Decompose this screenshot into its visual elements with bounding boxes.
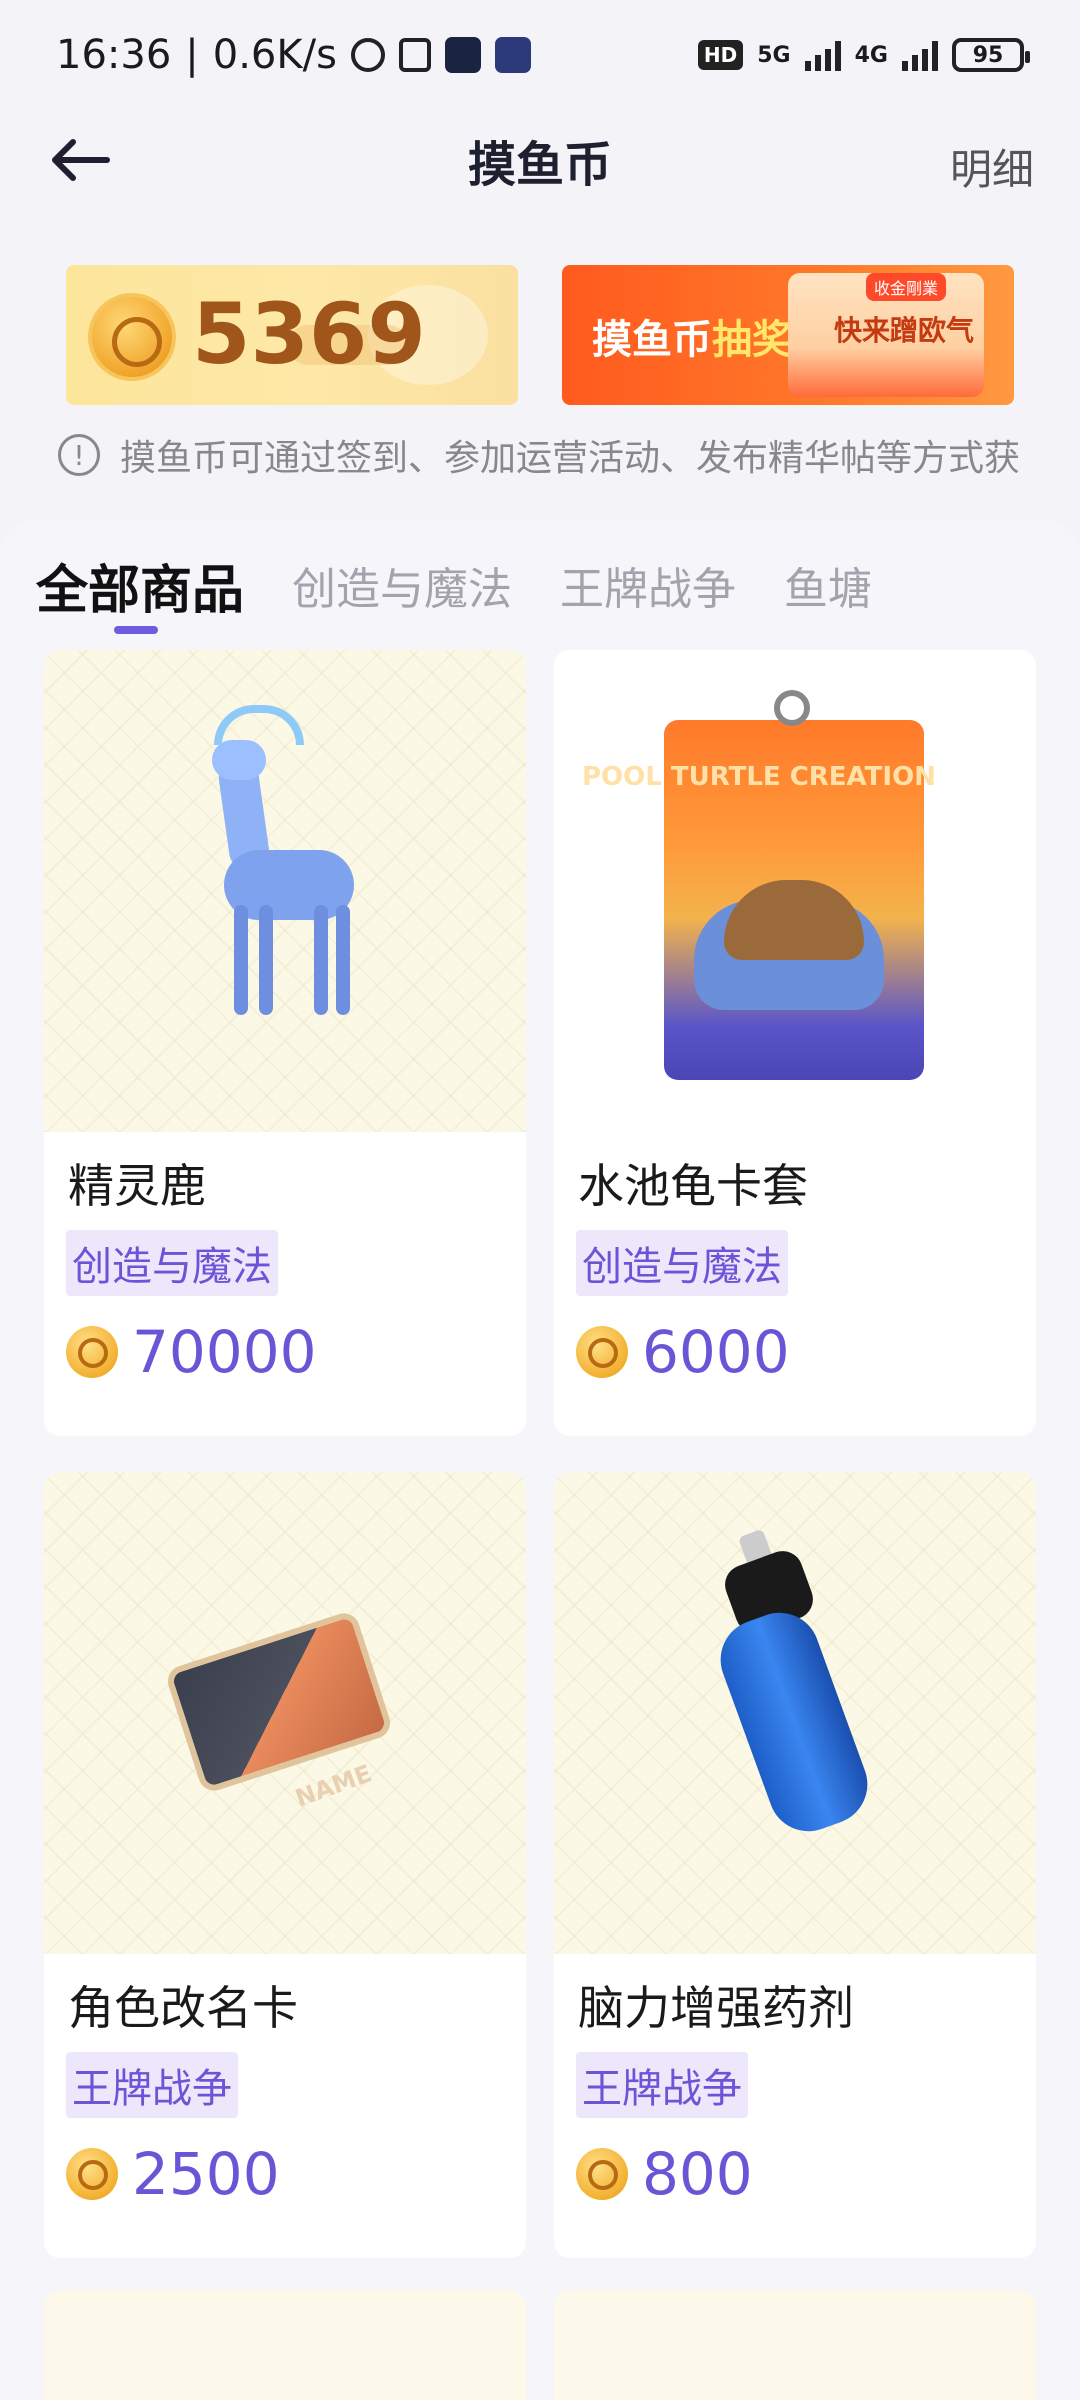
- price-value: 800: [642, 2140, 753, 2208]
- network-5g-label: 5G: [757, 42, 791, 68]
- nfc-icon: [398, 38, 431, 72]
- notice-text: 摸鱼币可通过签到、参加运营活动、发布精华帖等方式获: [120, 438, 1021, 479]
- signal-4g-icon: [902, 39, 938, 71]
- page-title: 摸鱼币: [467, 137, 612, 193]
- game-app-icon: [494, 37, 531, 73]
- product-name: 角色改名卡: [68, 1981, 298, 2035]
- product-image-rename-card: NAME: [44, 1472, 526, 1954]
- deer-leg-shape: [234, 905, 248, 1015]
- product-card[interactable]: 脑力增强药剂 王牌战争 800: [554, 1472, 1036, 2258]
- holder-ring-shape: [774, 690, 810, 726]
- price-value: 70000: [132, 1318, 317, 1386]
- fish-coin-icon: [576, 1326, 628, 1378]
- product-image-brain-potion: [554, 1472, 1036, 1954]
- product-name: 精灵鹿: [68, 1159, 206, 1213]
- tab-ace-war[interactable]: 王牌战争: [560, 540, 736, 630]
- category-tabs: 全部商品 创造与魔法 王牌战争 鱼塘: [36, 540, 872, 650]
- product-tag: 王牌战争: [576, 2052, 748, 2118]
- product-price: 70000: [66, 1318, 317, 1386]
- status-left: 16:36 | 0.6K/s: [56, 32, 531, 78]
- network-4g-label: 4G: [854, 42, 888, 68]
- product-price: 2500: [66, 2140, 280, 2208]
- status-right: HD 5G 4G 95: [697, 38, 1030, 72]
- lottery-title: 摸鱼币抽奖: [592, 307, 792, 365]
- deer-head-shape: [212, 740, 266, 780]
- info-icon: !: [58, 434, 100, 476]
- envelope-tag: 收金剛業: [865, 273, 946, 301]
- product-grid: 精灵鹿 创造与魔法 70000 POOL TURTLE CREATION 水池龟…: [44, 650, 1036, 2258]
- tab-all-products[interactable]: 全部商品: [36, 540, 244, 634]
- banner-row: 5369 摸鱼币抽奖 收金剛業 快来蹭欧气: [66, 265, 1014, 405]
- envelope-text: 快来蹭欧气: [833, 314, 974, 347]
- potion-bottle-shape: [709, 1601, 879, 1843]
- lottery-banner[interactable]: 摸鱼币抽奖 收金剛業 快来蹭欧气: [562, 265, 1014, 405]
- lottery-title-part2: 抽奖: [712, 317, 792, 363]
- fish-coin-icon: [66, 1326, 118, 1378]
- tab-creation-magic[interactable]: 创造与魔法: [292, 540, 512, 630]
- lottery-title-part1: 摸鱼币: [592, 317, 712, 363]
- signal-5g-icon: [804, 39, 841, 71]
- product-tag: 创造与魔法: [576, 1230, 788, 1296]
- product-card-partial[interactable]: [44, 2290, 526, 2400]
- product-card[interactable]: NAME 角色改名卡 王牌战争 2500: [44, 1472, 526, 2258]
- fish-coin-icon: [576, 2148, 628, 2200]
- rename-card-text: NAME: [291, 1759, 376, 1813]
- app-header: 摸鱼币 明细: [0, 110, 1080, 210]
- product-panel: 全部商品 创造与魔法 王牌战争 鱼塘 精灵鹿 创造与魔法 70000 POOL …: [0, 520, 1080, 2400]
- product-price: 800: [576, 2140, 753, 2208]
- camera-app-icon: [444, 37, 481, 73]
- product-price: 6000: [576, 1318, 790, 1386]
- product-image-turtle-card-holder: POOL TURTLE CREATION: [554, 650, 1036, 1132]
- back-button[interactable]: [44, 130, 114, 190]
- status-separator: |: [185, 32, 199, 78]
- battery-icon: 95: [952, 38, 1030, 72]
- deer-leg-shape: [336, 905, 350, 1015]
- coin-balance-banner[interactable]: 5369: [66, 265, 518, 405]
- detail-link[interactable]: 明细: [950, 136, 1034, 197]
- product-name: 脑力增强药剂: [578, 1981, 854, 2035]
- alarm-icon: [350, 38, 385, 72]
- price-value: 2500: [132, 2140, 280, 2208]
- arrow-left-icon: [52, 139, 110, 181]
- product-tag: 王牌战争: [66, 2052, 238, 2118]
- battery-level: 95: [972, 42, 1004, 68]
- product-card-partial[interactable]: [554, 2290, 1036, 2400]
- deer-leg-shape: [314, 905, 328, 1015]
- coin-notice: ! 摸鱼币可通过签到、参加运营活动、发布精华帖等方式获: [58, 430, 1080, 480]
- product-card[interactable]: POOL TURTLE CREATION 水池龟卡套 创造与魔法 6000: [554, 650, 1036, 1436]
- status-time: 16:36: [56, 32, 172, 78]
- product-image-spirit-deer: [44, 650, 526, 1132]
- tab-fish-pond[interactable]: 鱼塘: [784, 540, 872, 630]
- price-value: 6000: [642, 1318, 790, 1386]
- product-tag: 创造与魔法: [66, 1230, 278, 1296]
- fish-coin-icon: [66, 2148, 118, 2200]
- product-name: 水池龟卡套: [578, 1159, 808, 1213]
- card-holder-text: POOL TURTLE CREATION: [582, 762, 936, 792]
- deer-antler-shape: [214, 705, 304, 745]
- status-bar: 16:36 | 0.6K/s HD 5G 4G 95: [0, 0, 1080, 110]
- status-speed: 0.6K/s: [212, 32, 337, 78]
- coin-balance-amount: 5369: [192, 285, 426, 383]
- fish-coin-icon: [88, 293, 176, 381]
- product-card[interactable]: 精灵鹿 创造与魔法 70000: [44, 650, 526, 1436]
- deer-leg-shape: [259, 905, 273, 1015]
- hd-badge: HD: [697, 40, 744, 70]
